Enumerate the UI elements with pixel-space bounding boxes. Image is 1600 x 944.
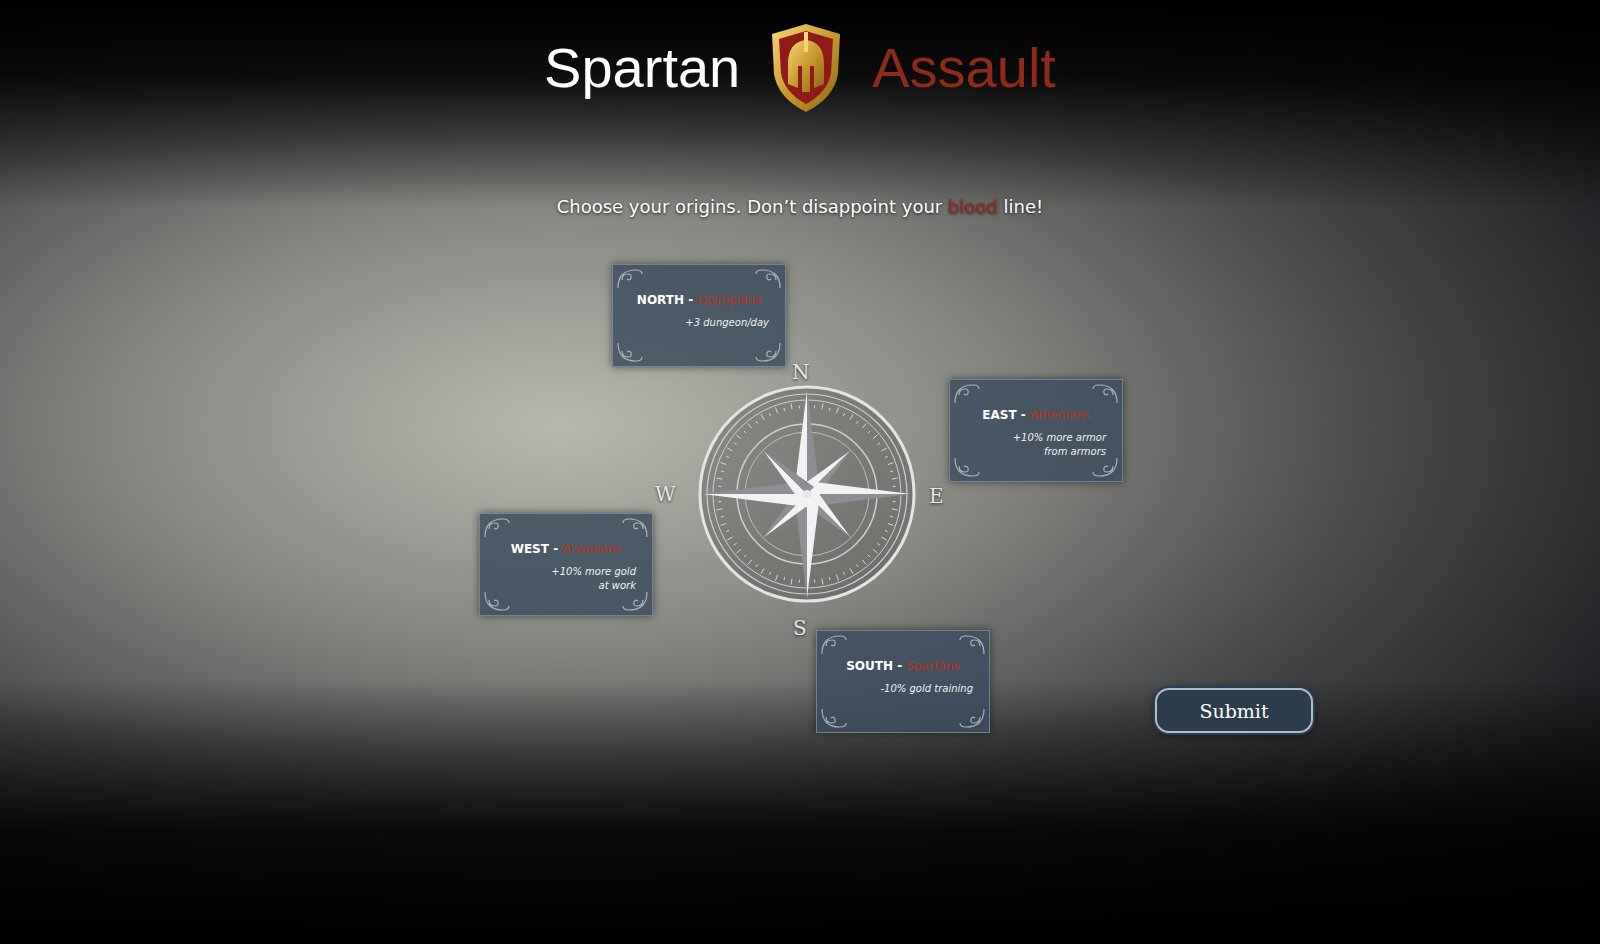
origin-card[interactable]: EAST - Athenians +10% more armorfrom armo…	[949, 379, 1123, 482]
corner-ornament-icon	[958, 707, 986, 729]
origin-card[interactable]: NORTH - Olympians +3 dungeon/day	[612, 264, 786, 367]
bonus-line: +10% more gold	[496, 565, 636, 579]
spartan-helmet-logo-icon	[768, 22, 844, 114]
game-title: Spartan Assault	[544, 0, 1056, 114]
origin-name: Olympians	[697, 293, 761, 307]
bonus-line: at work	[496, 579, 636, 593]
corner-ornament-icon	[616, 341, 644, 363]
corner-ornament-icon	[616, 268, 644, 290]
prompt-highlight: blood	[948, 196, 998, 217]
origin-bonus: +10% more armorfrom armors	[966, 431, 1106, 459]
corner-ornament-icon	[953, 383, 981, 405]
corner-ornament-icon	[621, 590, 649, 612]
origin-card[interactable]: WEST - Arcadians +10% more goldat work	[479, 513, 653, 616]
origin-title: WEST - Arcadians	[496, 541, 636, 557]
origin-prompt: Choose your origins. Don’t disappoint yo…	[557, 195, 1044, 219]
corner-ornament-icon	[820, 707, 848, 729]
title-right: Assault	[872, 36, 1056, 100]
corner-ornament-icon	[754, 341, 782, 363]
bonus-line: +10% more armor	[966, 431, 1106, 445]
bonus-line: +3 dungeon/day	[629, 316, 769, 330]
origin-bonus: +10% more goldat work	[496, 565, 636, 593]
origin-bonus: +3 dungeon/day	[629, 316, 769, 330]
corner-ornament-icon	[754, 268, 782, 290]
title-left: Spartan	[544, 36, 740, 100]
corner-ornament-icon	[483, 517, 511, 539]
origin-stage: N E W S NORTH - Olympians +3 dungeon/day EAST …	[0, 240, 1600, 944]
compass-letter: S	[793, 616, 807, 640]
corner-ornament-icon	[483, 590, 511, 612]
origin-title: EAST - Athenians	[966, 407, 1106, 423]
corner-ornament-icon	[1091, 383, 1119, 405]
compass-letter: N	[792, 360, 810, 384]
origin-bonus: -10% gold training	[833, 682, 973, 696]
origin-title: SOUTH - Spartans	[833, 658, 973, 674]
compass-rose-icon	[696, 383, 918, 605]
compass-letter: E	[929, 484, 944, 508]
corner-ornament-icon	[958, 634, 986, 656]
origin-name: Arcadians	[562, 542, 621, 556]
origin-title: NORTH - Olympians	[629, 292, 769, 308]
corner-ornament-icon	[820, 634, 848, 656]
bonus-line: -10% gold training	[833, 682, 973, 696]
corner-ornament-icon	[621, 517, 649, 539]
origin-select-screen: Spartan Assault Choose your origins. Don’t…	[0, 0, 1600, 944]
origin-name: Spartans	[906, 659, 959, 673]
origin-card[interactable]: SOUTH - Spartans -10% gold training	[816, 630, 990, 733]
corner-ornament-icon	[953, 456, 981, 478]
compass-letter: W	[655, 482, 676, 506]
bonus-line: from armors	[966, 445, 1106, 459]
origin-name: Athenians	[1030, 408, 1090, 422]
submit-button[interactable]: Submit	[1155, 688, 1313, 733]
corner-ornament-icon	[1091, 456, 1119, 478]
